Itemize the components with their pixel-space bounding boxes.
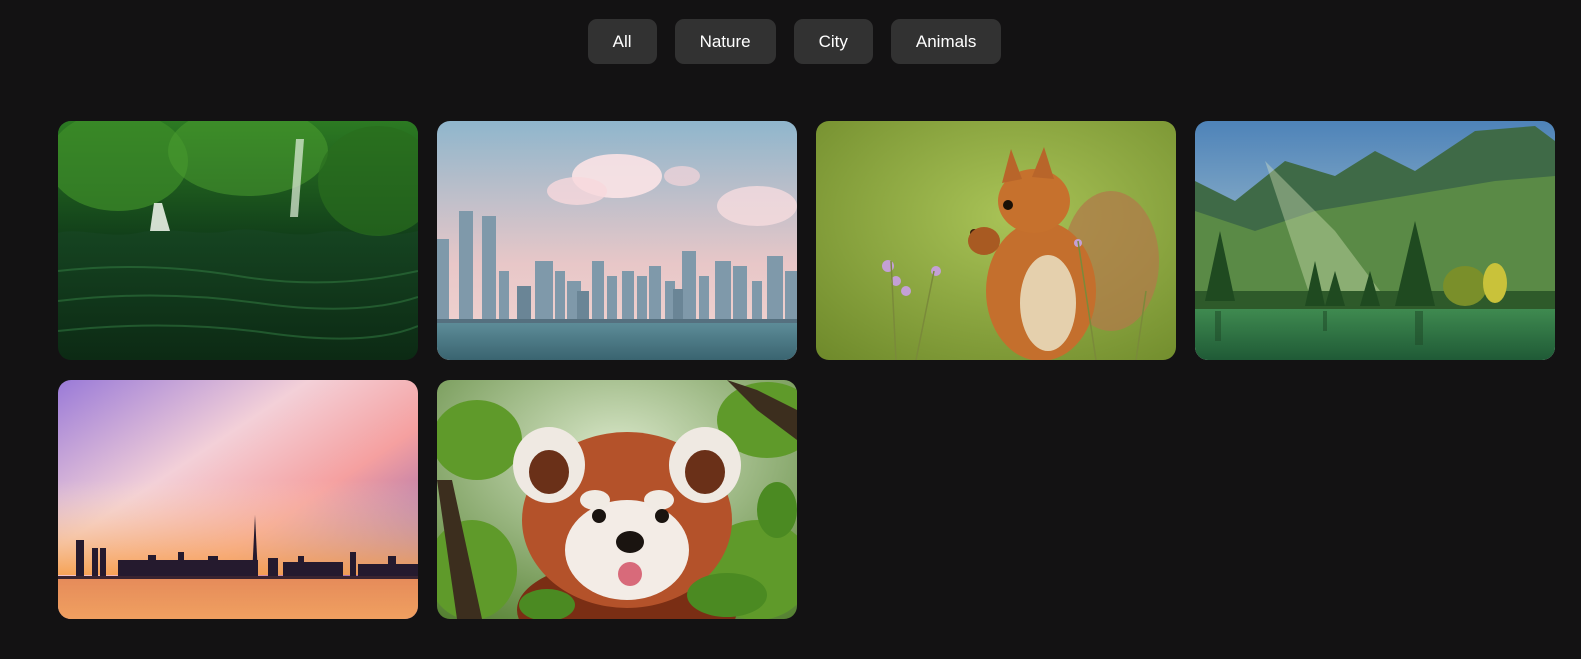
filter-bar: All Nature City Animals: [0, 19, 1581, 64]
filter-animals-button[interactable]: Animals: [890, 19, 1002, 64]
red-panda-image: [437, 380, 797, 619]
filter-nature-button[interactable]: Nature: [674, 19, 776, 64]
skyline-day-image: [437, 121, 797, 360]
waterfall-image: [58, 121, 418, 360]
mountain-lake-image: [1195, 121, 1555, 360]
gallery-item-skyline-sunset[interactable]: [58, 380, 418, 619]
gallery-item-mountain-lake[interactable]: [1195, 121, 1555, 360]
gallery-item-skyline-day[interactable]: [437, 121, 797, 360]
gallery-item-squirrel[interactable]: [816, 121, 1176, 360]
gallery-item-red-panda[interactable]: [437, 380, 797, 619]
skyline-sunset-image: [58, 380, 418, 619]
filter-all-button[interactable]: All: [587, 19, 657, 64]
squirrel-image: [816, 121, 1176, 360]
filter-city-button[interactable]: City: [793, 19, 873, 64]
gallery-grid: [58, 121, 1555, 619]
gallery-item-waterfall[interactable]: [58, 121, 418, 360]
